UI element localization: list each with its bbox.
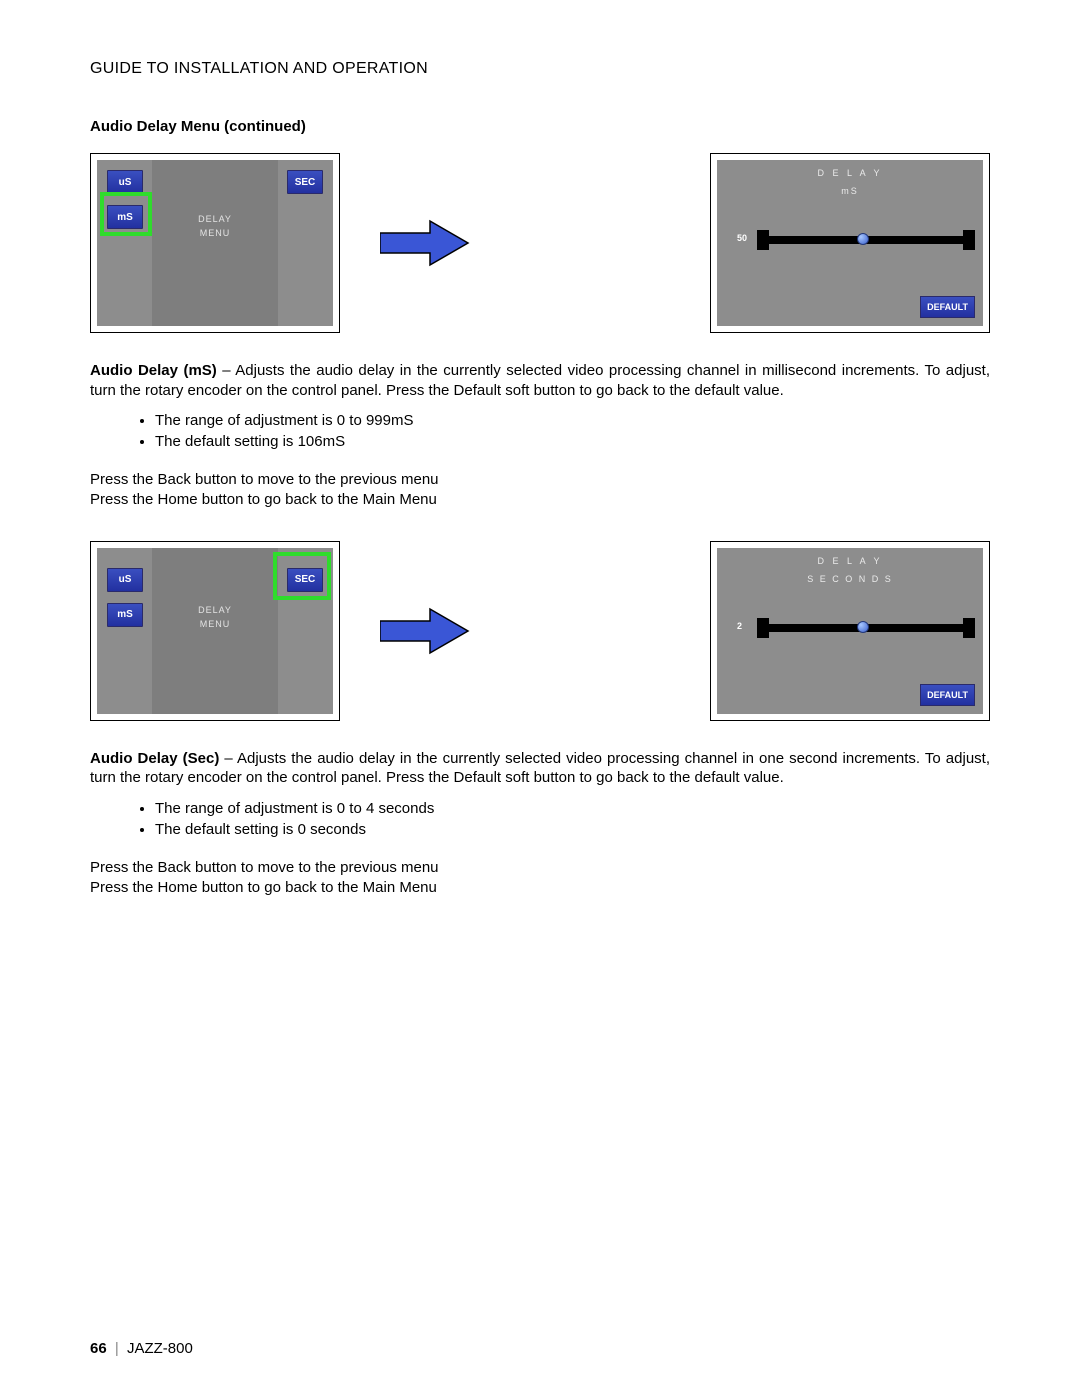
delay-sec-inner: D E L A Y S E C O N D S 2 DEFAULT — [717, 548, 983, 714]
delay-sec-panel: D E L A Y S E C O N D S 2 DEFAULT — [710, 541, 990, 721]
us-button-2[interactable]: uS — [107, 568, 143, 592]
audio-delay-sec-para: Audio Delay (Sec) – Adjusts the audio de… — [90, 749, 990, 788]
delay-subtitle-2: S E C O N D S — [807, 574, 893, 584]
bullet-range-ms: The range of adjustment is 0 to 999mS — [155, 410, 990, 431]
delay-label-line2: MENU — [200, 228, 231, 238]
delay-ms-inner: D E L A Y mS 50 DEFAULT — [717, 160, 983, 326]
section-title: Audio Delay Menu (continued) — [90, 118, 990, 135]
slider-thumb[interactable] — [857, 233, 869, 245]
nav-back-1: Press the Back button to move to the pre… — [90, 470, 990, 490]
delay-menu-label-2: DELAY MENU — [198, 603, 232, 632]
menu-panel-inner-2: uS mS SEC DELAY MENU — [97, 548, 333, 714]
delay-menu-label: DELAY MENU — [198, 212, 232, 241]
slider-value-2: 2 — [737, 621, 742, 631]
slider-endcap-right — [963, 230, 975, 250]
delay-title-2: D E L A Y — [817, 556, 882, 566]
slider-endcap-right-2 — [963, 618, 975, 638]
delay-title: D E L A Y — [817, 168, 882, 178]
delay-subtitle: mS — [841, 186, 859, 196]
menu-panel-inner: uS mS SEC DELAY MENU — [97, 160, 333, 326]
default-button[interactable]: DEFAULT — [920, 296, 975, 318]
menu-panel-sec: uS mS SEC DELAY MENU — [90, 541, 340, 721]
ms-button-2[interactable]: mS — [107, 603, 143, 627]
audio-delay-ms-bullets: The range of adjustment is 0 to 999mS Th… — [155, 410, 990, 452]
figure-row-ms: uS mS SEC DELAY MENU D E L A Y mS 50 DEF… — [90, 153, 990, 333]
product-name: JAZZ-800 — [127, 1340, 193, 1357]
delay-label2-line2: MENU — [200, 619, 231, 629]
highlight-ms — [100, 192, 152, 236]
page-footer: 66 | JAZZ-800 — [90, 1340, 193, 1357]
delay-ms-panel: D E L A Y mS 50 DEFAULT — [710, 153, 990, 333]
footer-separator: | — [115, 1340, 119, 1357]
audio-delay-sec-bullets: The range of adjustment is 0 to 4 second… — [155, 798, 990, 840]
arrow-icon-2 — [370, 607, 480, 655]
bullet-default-ms: The default setting is 106mS — [155, 431, 990, 452]
arrow-icon — [370, 219, 480, 267]
slider-value: 50 — [737, 233, 747, 243]
audio-delay-ms-para: Audio Delay (mS) – Adjusts the audio del… — [90, 361, 990, 400]
audio-delay-sec-body: – Adjusts the audio delay in the current… — [90, 750, 990, 787]
audio-delay-sec-lead: Audio Delay (Sec) — [90, 750, 219, 767]
bullet-default-sec: The default setting is 0 seconds — [155, 819, 990, 840]
bullet-range-sec: The range of adjustment is 0 to 4 second… — [155, 798, 990, 819]
slider-thumb-2[interactable] — [857, 621, 869, 633]
delay-label2-line1: DELAY — [198, 605, 232, 615]
center-backdrop — [152, 160, 278, 326]
nav-home-2: Press the Home button to go back to the … — [90, 878, 990, 898]
figure-row-sec: uS mS SEC DELAY MENU D E L A Y S E C O N… — [90, 541, 990, 721]
default-button-2[interactable]: DEFAULT — [920, 684, 975, 706]
audio-delay-ms-lead: Audio Delay (mS) — [90, 362, 217, 379]
nav-instructions-1: Press the Back button to move to the pre… — [90, 470, 990, 511]
nav-back-2: Press the Back button to move to the pre… — [90, 858, 990, 878]
highlight-sec — [273, 552, 331, 600]
audio-delay-ms-body: – Adjusts the audio delay in the current… — [90, 362, 990, 399]
page-number: 66 — [90, 1340, 107, 1357]
nav-home-1: Press the Home button to go back to the … — [90, 490, 990, 510]
nav-instructions-2: Press the Back button to move to the pre… — [90, 858, 990, 899]
us-button[interactable]: uS — [107, 170, 143, 194]
sec-button[interactable]: SEC — [287, 170, 323, 194]
header-title: GUIDE TO INSTALLATION AND OPERATION — [90, 60, 990, 78]
menu-panel-ms: uS mS SEC DELAY MENU — [90, 153, 340, 333]
delay-label-line1: DELAY — [198, 214, 232, 224]
